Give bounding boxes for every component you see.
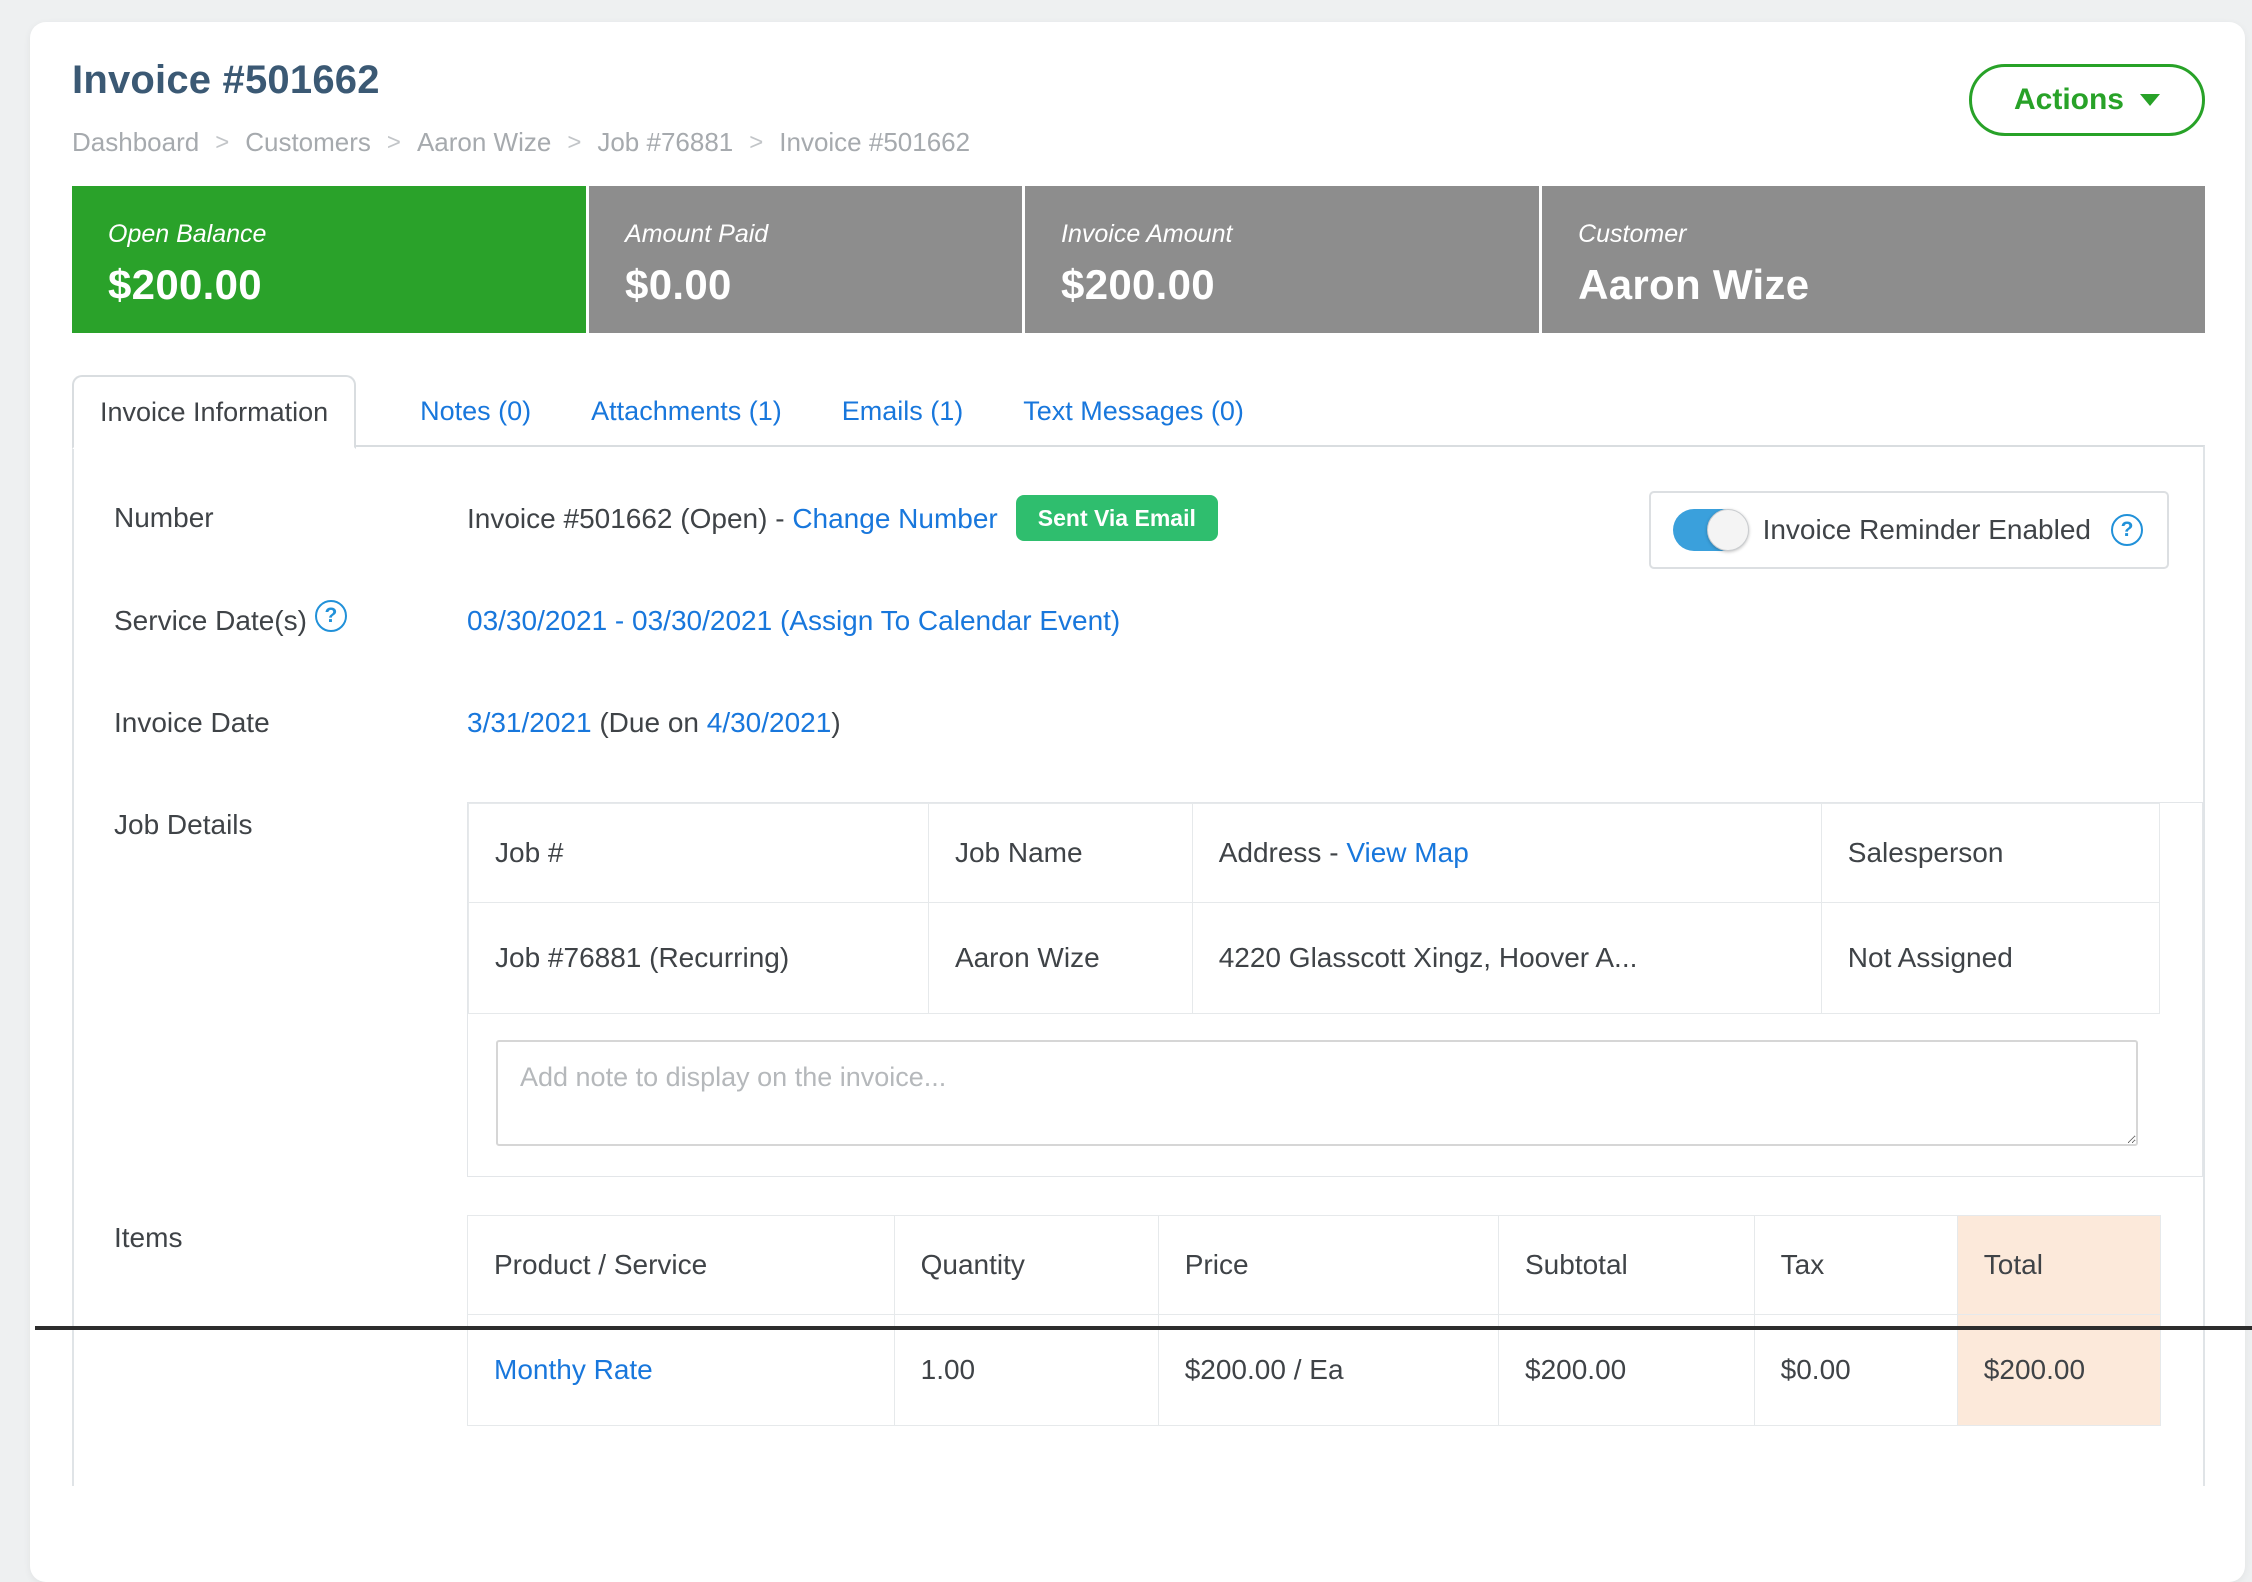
invoice-amount-value: $200.00 [1061,261,1539,309]
product-cell: Monthy Rate [468,1315,895,1426]
amount-paid-label: Amount Paid [625,220,1022,249]
job-number-cell: Job #76881 (Recurring) [469,903,929,1014]
tab-emails[interactable]: Emails (1) [812,375,994,447]
service-dates-value: 03/30/2021 - 03/30/2021 (Assign To Calen… [467,598,2203,644]
toggle-knob [1707,509,1749,551]
total-header: Total [1957,1216,2160,1315]
subtotal-cell: $200.00 [1499,1315,1755,1426]
customer-value: Aaron Wize [1578,261,2205,309]
customer-card: Customer Aaron Wize [1542,186,2205,333]
help-icon[interactable]: ? [2111,514,2143,546]
total-cell: $200.00 [1957,1315,2160,1426]
title-block: Invoice #501662 Dashboard > Customers > … [72,58,970,158]
view-map-link[interactable]: View Map [1346,837,1468,868]
service-date-range-link[interactable]: 03/30/2021 - 03/30/2021 [467,605,772,636]
actions-button[interactable]: Actions [1969,64,2205,136]
address-header: Address - View Map [1192,804,1821,903]
job-name-header: Job Name [928,804,1192,903]
job-details-container: Job # Job Name Address - View Map Salesp… [467,802,2203,1177]
tab-invoice-information[interactable]: Invoice Information [72,375,356,449]
job-name-cell: Aaron Wize [928,903,1192,1014]
items-table-wrap: Product / Service Quantity Price Subtota… [467,1215,2203,1426]
tab-text-messages[interactable]: Text Messages (0) [993,375,1274,447]
open-balance-card: Open Balance $200.00 [72,186,586,333]
invoice-reminder-label: Invoice Reminder Enabled [1763,514,2091,546]
breadcrumb: Dashboard > Customers > Aaron Wize > Job… [72,127,970,158]
amount-paid-value: $0.00 [625,261,1022,309]
price-cell: $200.00 / Ea [1158,1315,1498,1426]
address-cell: 4220 Glasscott Xingz, Hoover A... [1192,903,1821,1014]
job-details-row: Job Details Job # Job Name Address - Vie… [114,802,2203,1177]
invoice-reminder-toggle[interactable] [1673,509,1743,551]
job-details-data-row: Job #76881 (Recurring) Aaron Wize 4220 G… [469,903,2160,1014]
breadcrumb-separator: > [199,129,245,157]
tax-cell: $0.00 [1754,1315,1957,1426]
page-header: Invoice #501662 Dashboard > Customers > … [72,58,2205,158]
sent-via-email-badge: Sent Via Email [1016,495,1218,541]
actions-button-label: Actions [2014,83,2124,117]
open-balance-value: $200.00 [108,261,586,309]
page-title: Invoice #501662 [72,58,970,103]
open-balance-label: Open Balance [108,220,586,249]
breadcrumb-customers[interactable]: Customers [245,127,371,158]
tab-notes[interactable]: Notes (0) [390,375,561,447]
breadcrumb-job[interactable]: Job #76881 [597,127,733,158]
breadcrumb-dashboard[interactable]: Dashboard [72,127,199,158]
invoice-number-text: Invoice #501662 (Open) - [467,503,792,534]
quantity-header: Quantity [894,1216,1158,1315]
tax-header: Tax [1754,1216,1957,1315]
product-service-header: Product / Service [468,1216,895,1315]
invoice-reminder-box: Invoice Reminder Enabled ? [1649,491,2169,569]
service-dates-label: Service Date(s)? [114,598,467,644]
salesperson-header: Salesperson [1821,804,2159,903]
due-date-link[interactable]: 4/30/2021 [707,707,832,738]
invoice-amount-label: Invoice Amount [1061,220,1539,249]
job-details-table: Job # Job Name Address - View Map Salesp… [468,803,2160,1014]
amount-paid-card: Amount Paid $0.00 [589,186,1022,333]
invoice-date-label: Invoice Date [114,700,467,746]
invoice-date-value: 3/31/2021 (Due on 4/30/2021) [467,700,2203,746]
number-label: Number [114,495,467,541]
address-header-text: Address - [1219,837,1347,868]
breadcrumb-customer-name[interactable]: Aaron Wize [417,127,551,158]
item-data-row: Monthy Rate 1.00 $200.00 / Ea $200.00 $0… [468,1315,2161,1426]
job-number-header: Job # [469,804,929,903]
product-link[interactable]: Monthy Rate [494,1354,653,1385]
invoice-date-link[interactable]: 3/31/2021 [467,707,592,738]
items-row: Items Product / Service Quantity Price S… [114,1215,2203,1426]
breadcrumb-separator: > [551,129,597,157]
tab-attachments[interactable]: Attachments (1) [561,375,812,447]
subtotal-header: Subtotal [1499,1216,1755,1315]
items-header-row: Product / Service Quantity Price Subtota… [468,1216,2161,1315]
invoice-page-card: Invoice #501662 Dashboard > Customers > … [30,22,2245,1582]
quantity-cell: 1.00 [894,1315,1158,1426]
job-details-header-row: Job # Job Name Address - View Map Salesp… [469,804,2160,903]
breadcrumb-separator: > [371,129,417,157]
invoice-note-input[interactable] [496,1040,2138,1146]
job-details-label: Job Details [114,802,467,848]
invoice-amount-card: Invoice Amount $200.00 [1025,186,1539,333]
price-header: Price [1158,1216,1498,1315]
help-icon[interactable]: ? [315,600,347,632]
breadcrumb-current-invoice: Invoice #501662 [779,127,970,158]
tab-bar: Invoice Information Notes (0) Attachment… [72,375,2205,447]
items-table: Product / Service Quantity Price Subtota… [467,1215,2161,1426]
items-label: Items [114,1215,467,1261]
due-on-close-paren: ) [831,707,840,738]
due-on-text: (Due on [592,707,707,738]
caret-down-icon [2140,94,2160,106]
change-number-link[interactable]: Change Number [792,503,997,534]
summary-cards: Open Balance $200.00 Amount Paid $0.00 I… [72,186,2205,333]
service-dates-label-text: Service Date(s) [114,605,307,636]
bottom-edge-strip [35,1326,2252,1330]
invoice-date-row: Invoice Date 3/31/2021 (Due on 4/30/2021… [114,700,2203,746]
assign-to-calendar-event-link[interactable]: (Assign To Calendar Event) [780,605,1120,636]
customer-label: Customer [1578,220,2205,249]
breadcrumb-separator: > [733,129,779,157]
salesperson-cell: Not Assigned [1821,903,2159,1014]
service-dates-row: Service Date(s)? 03/30/2021 - 03/30/2021… [114,598,2203,644]
